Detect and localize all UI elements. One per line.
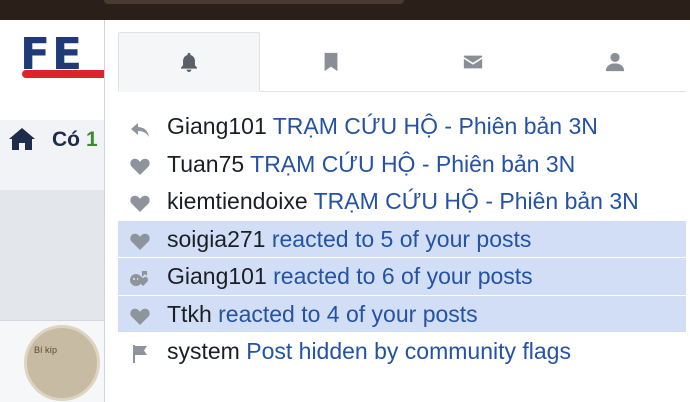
alert-username[interactable]: Tuan75 (167, 151, 244, 177)
alert-username[interactable]: Giang101 (167, 263, 267, 289)
avatar-caption: Bí kíp (34, 345, 58, 355)
avatar[interactable] (24, 325, 100, 401)
alert-link[interactable]: TRẠM CỨU HỘ - Phiên bản 3N (250, 151, 575, 177)
tab-account[interactable] (544, 32, 686, 92)
heart-icon (130, 195, 150, 212)
alert-item[interactable]: Ttkh reacted to 4 of your posts (118, 295, 686, 332)
alert-username[interactable]: Giang101 (167, 113, 267, 139)
user-icon (605, 52, 625, 72)
alert-item[interactable]: soigia271 reacted to 5 of your posts (118, 220, 686, 257)
home-text: Có 1 (52, 128, 98, 152)
alert-link[interactable]: TRẠM CỨU HỘ - Phiên bản 3N (273, 113, 598, 139)
alert-item[interactable]: Tuan75 TRẠM CỨU HỘ - Phiên bản 3N (118, 146, 686, 183)
reply-icon (131, 123, 149, 137)
flag-icon (133, 345, 147, 363)
alert-link[interactable]: reacted to 4 of your posts (218, 301, 478, 327)
bell-icon (181, 52, 197, 72)
alert-link[interactable]: reacted to 5 of your posts (272, 226, 532, 252)
alerts-dropdown: Giang101 TRẠM CỨU HỘ - Phiên bản 3N Tuan7… (104, 20, 690, 402)
logo-underline (22, 70, 112, 78)
alert-username[interactable]: kiemtiendoixe (167, 188, 308, 214)
envelope-icon (463, 55, 483, 69)
tab-conversations[interactable] (402, 32, 544, 92)
alert-username[interactable]: system (167, 338, 240, 364)
alert-item[interactable]: Giang101 TRẠM CỨU HỘ - Phiên bản 3N (118, 108, 686, 145)
tab-alerts[interactable] (118, 32, 260, 92)
bookmark-icon (324, 52, 338, 72)
browser-top-bar (0, 0, 690, 20)
alert-username[interactable]: Ttkh (167, 301, 212, 327)
alert-link[interactable]: reacted to 6 of your posts (273, 263, 533, 289)
heart-icon (130, 158, 150, 175)
alert-list: Giang101 TRẠM CỨU HỘ - Phiên bản 3N Tuan7… (118, 108, 686, 370)
home-label: Có (52, 128, 80, 151)
alert-item[interactable]: system Post hidden by community flags (118, 333, 686, 370)
heart-icon (130, 308, 150, 325)
alert-item[interactable]: Giang101 reacted to 6 of your posts (118, 258, 686, 295)
home-count: 1 (86, 128, 98, 151)
top-bar-tab (104, 0, 404, 4)
dropdown-tabs (118, 32, 686, 92)
alert-link[interactable]: TRẠM CỨU HỘ - Phiên bản 3N (314, 188, 639, 214)
tab-bookmarks[interactable] (260, 32, 402, 92)
alert-link[interactable]: Post hidden by community flags (246, 338, 571, 364)
alert-username[interactable]: soigia271 (167, 226, 265, 252)
heart-icon (130, 233, 150, 250)
alert-item[interactable]: kiemtiendoixe TRẠM CỨU HỘ - Phiên bản 3N (118, 183, 686, 220)
mixed-reactions-icon (130, 271, 148, 286)
home-icon[interactable] (8, 127, 36, 151)
